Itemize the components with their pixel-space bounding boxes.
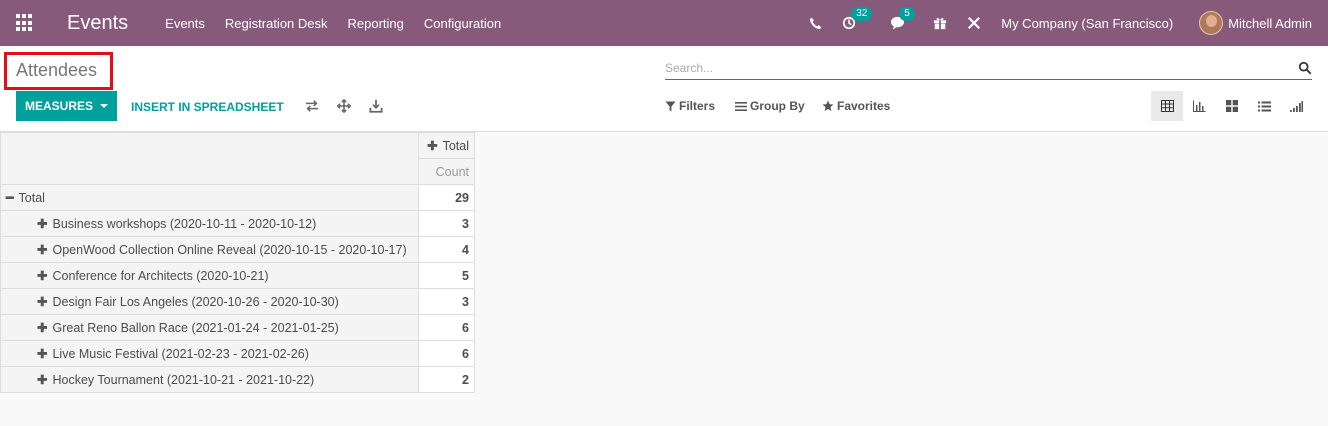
cell-value[interactable]: 5 <box>418 262 475 289</box>
table-row: ✚ Design Fair Los Angeles (2020-10-26 - 2… <box>0 288 475 315</box>
row-header[interactable]: ✚ Great Reno Ballon Race (2021-01-24 - 20… <box>0 314 419 341</box>
download-icon[interactable] <box>369 99 383 113</box>
app-title[interactable]: Events <box>67 12 128 35</box>
group-by-icon <box>735 101 747 111</box>
measure-header[interactable]: Count <box>418 158 475 185</box>
pivot-corner <box>0 132 419 185</box>
row-header[interactable]: ✚ Design Fair Los Angeles (2020-10-26 - 2… <box>0 288 419 315</box>
search-bar <box>665 58 1312 80</box>
phone-icon[interactable] <box>809 17 822 30</box>
star-icon <box>822 100 834 111</box>
plus-icon: ✚ <box>37 269 48 283</box>
menu-item-registration-desk[interactable]: Registration Desk <box>225 16 328 31</box>
top-navbar: Events Events Registration Desk Reportin… <box>0 0 1328 46</box>
list-view-button[interactable] <box>1248 91 1280 121</box>
pivot-table: ✚ Total Count ━ Total 29 ✚ Business worksho… <box>0 132 475 393</box>
table-row: ✚ Conference for Architects (2020-10-21) … <box>0 262 475 289</box>
graph-view-button[interactable] <box>1183 91 1215 121</box>
breadcrumb: Attendees <box>4 52 113 90</box>
filters-button[interactable]: Filters <box>665 99 715 113</box>
filters-label: Filters <box>679 99 716 113</box>
table-row: ✚ Hockey Tournament (2021-10-21 - 2021-10… <box>0 366 475 393</box>
control-panel: Attendees MEASURES INSERT IN SPREADSHEET… <box>0 46 1328 132</box>
debug-tools-icon[interactable] <box>967 16 981 30</box>
plus-icon: ✚ <box>37 321 48 335</box>
expand-all-icon[interactable] <box>337 99 351 113</box>
cohort-icon <box>1289 100 1303 112</box>
menu-item-configuration[interactable]: Configuration <box>424 16 501 31</box>
navbar-right: 32 5 My Company (San Francisco) Mitchell… <box>809 0 1328 46</box>
table-row: ✚ Business workshops (2020-10-11 - 2020-1… <box>0 210 475 237</box>
messages-badge: 5 <box>899 7 915 21</box>
table-row: ✚ Live Music Festival (2021-02-23 - 2021-… <box>0 340 475 367</box>
minus-icon: ━ <box>6 191 14 205</box>
table-row: ✚ OpenWood Collection Online Reveal (2020… <box>0 236 475 263</box>
plus-icon: ✚ <box>37 347 48 361</box>
activities-icon[interactable]: 32 <box>842 7 873 30</box>
menu-item-reporting[interactable]: Reporting <box>348 16 404 31</box>
search-icon[interactable] <box>1298 61 1312 75</box>
plus-icon: ✚ <box>427 139 438 153</box>
row-header[interactable]: ✚ OpenWood Collection Online Reveal (2020… <box>0 236 419 263</box>
company-switcher[interactable]: My Company (San Francisco) <box>1001 16 1173 31</box>
plus-icon: ✚ <box>37 373 48 387</box>
list-icon <box>1257 101 1271 111</box>
pivot-view-button[interactable] <box>1151 91 1183 121</box>
cell-value[interactable]: 29 <box>418 184 475 211</box>
cell-value[interactable]: 6 <box>418 340 475 367</box>
measures-button[interactable]: MEASURES <box>16 91 117 121</box>
cell-value[interactable]: 3 <box>418 210 475 237</box>
filter-icon <box>665 100 676 112</box>
favorites-button[interactable]: Favorites <box>822 99 890 113</box>
plus-icon: ✚ <box>37 243 48 257</box>
main-menu: Events Registration Desk Reporting Confi… <box>165 16 521 31</box>
row-header[interactable]: ✚ Business workshops (2020-10-11 - 2020-1… <box>0 210 419 237</box>
gift-icon[interactable] <box>933 16 947 30</box>
plus-icon: ✚ <box>37 217 48 231</box>
user-menu[interactable]: Mitchell Admin <box>1228 16 1312 31</box>
messages-icon[interactable]: 5 <box>890 7 915 30</box>
row-header[interactable]: ✚ Live Music Festival (2021-02-23 - 2021-… <box>0 340 419 367</box>
group-by-button[interactable]: Group By <box>735 99 805 113</box>
activities-badge: 32 <box>851 7 873 21</box>
plus-icon: ✚ <box>37 295 48 309</box>
kanban-icon <box>1226 100 1238 112</box>
flip-axis-icon[interactable] <box>305 99 319 113</box>
menu-item-events[interactable]: Events <box>165 16 205 31</box>
row-header[interactable]: ✚ Conference for Architects (2020-10-21) <box>0 262 419 289</box>
measures-label: MEASURES <box>24 99 93 113</box>
search-input[interactable] <box>665 58 1265 75</box>
favorites-label: Favorites <box>837 99 891 113</box>
insert-in-spreadsheet-button[interactable]: INSERT IN SPREADSHEET <box>131 100 284 114</box>
row-header-total[interactable]: ━ Total <box>0 184 419 211</box>
user-avatar[interactable] <box>1199 11 1224 35</box>
pivot-view-icon <box>1160 100 1174 112</box>
cell-value[interactable]: 4 <box>418 236 475 263</box>
cell-value[interactable]: 3 <box>418 288 475 315</box>
kanban-view-button[interactable] <box>1216 91 1248 121</box>
group-by-label: Group By <box>750 99 805 113</box>
cell-value[interactable]: 6 <box>418 314 475 341</box>
caret-down-icon <box>100 104 108 108</box>
table-row: ✚ Great Reno Ballon Race (2021-01-24 - 20… <box>0 314 475 341</box>
cohort-view-button[interactable] <box>1280 91 1312 121</box>
table-row: ━ Total 29 <box>0 184 475 211</box>
apps-menu-icon[interactable] <box>16 14 34 32</box>
row-header[interactable]: ✚ Hockey Tournament (2021-10-21 - 2021-10… <box>0 366 419 393</box>
cell-value[interactable]: 2 <box>418 366 475 393</box>
col-header-total[interactable]: ✚ Total <box>418 132 475 159</box>
bar-chart-icon <box>1192 100 1205 112</box>
